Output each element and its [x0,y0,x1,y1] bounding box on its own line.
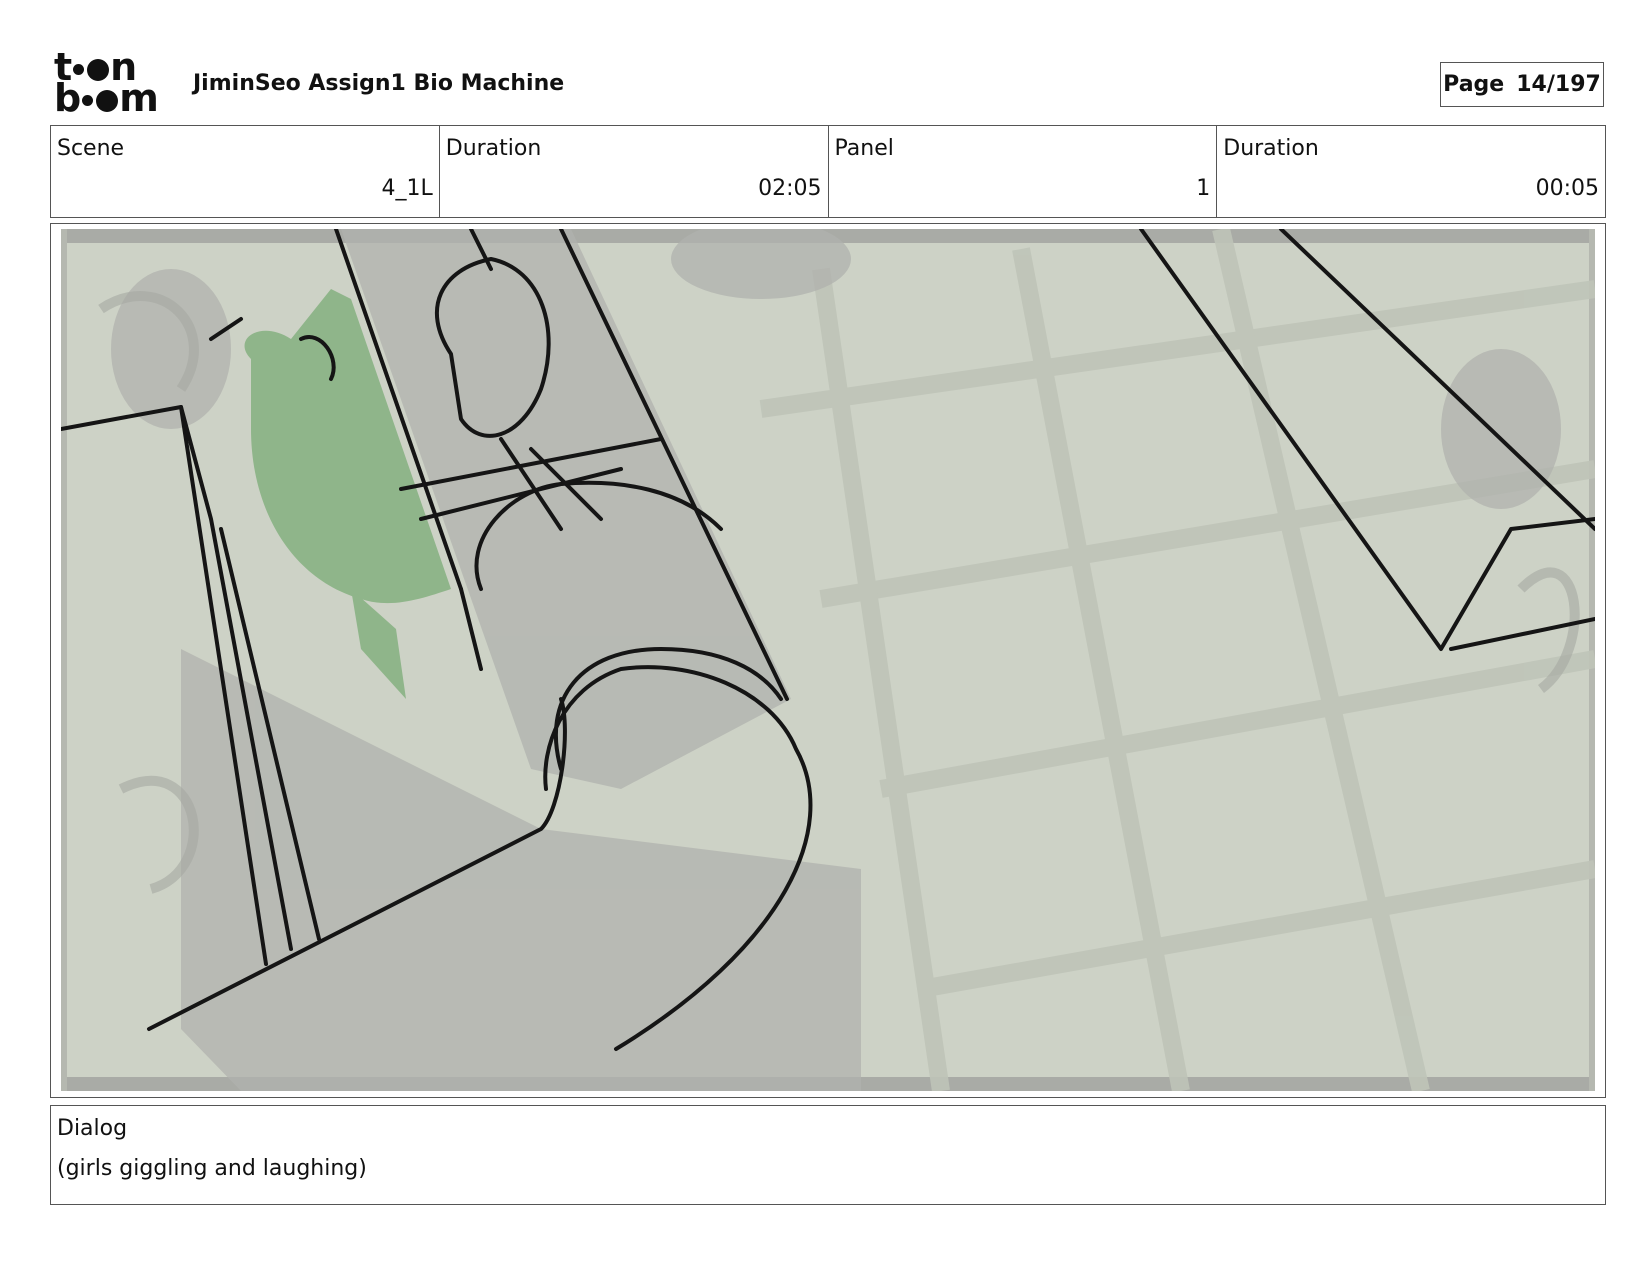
panel-duration-value: 00:05 [1535,176,1599,201]
scene-duration-value: 02:05 [758,176,822,201]
panel-cell: Panel 1 [829,126,1218,217]
dialog-label: Dialog [57,1116,128,1141]
page-label: Page [1443,72,1505,97]
panel-duration-label: Duration [1223,136,1319,161]
panel-value: 1 [1196,176,1211,201]
panel-label: Panel [834,136,894,161]
storyboard-panel [50,223,1606,1098]
panel-duration-cell: Duration 00:05 [1217,126,1605,217]
dialog-text: (girls giggling and laughing) [57,1156,367,1181]
scene-value: 4_1L [381,176,433,201]
page-indicator: Page 14/197 [1440,62,1604,107]
scene-duration-label: Duration [445,136,542,161]
scene-duration-cell: Duration 02:05 [440,126,829,217]
storyboard-sketch [61,229,1595,1091]
dialog-box: Dialog (girls giggling and laughing) [50,1105,1606,1205]
scene-info-row: Scene 4_1L Duration 02:05 Panel 1 Durati… [50,125,1606,218]
toonboom-logo: tn bm [54,45,159,120]
scene-cell: Scene 4_1L [51,126,440,217]
document-title: JiminSeo Assign1 Bio Machine [193,71,565,96]
page-number: 14/197 [1516,72,1601,97]
scene-label: Scene [57,136,125,161]
